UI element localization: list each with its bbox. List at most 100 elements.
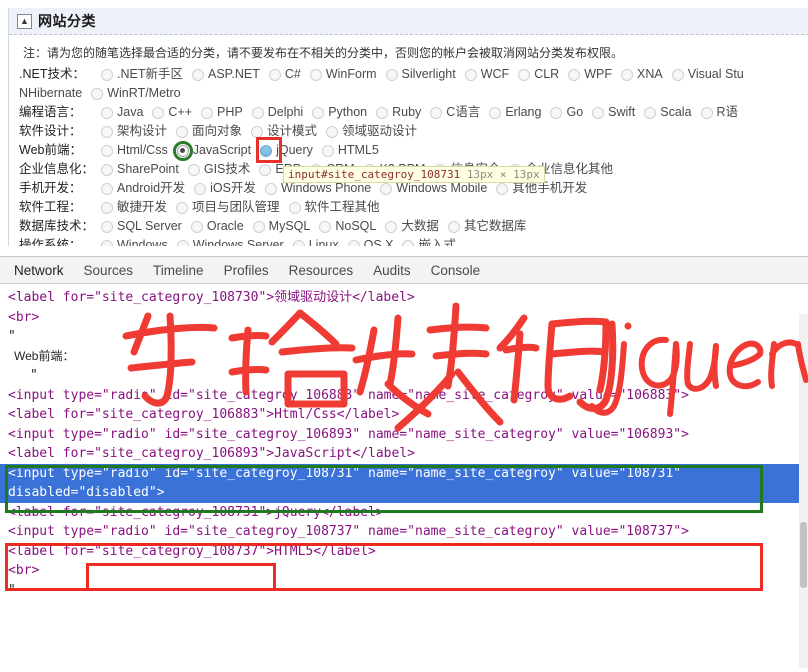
radio-icon[interactable] xyxy=(496,182,509,195)
radio-icon[interactable] xyxy=(288,201,301,214)
radio-icon[interactable] xyxy=(101,106,113,119)
radio-icon[interactable] xyxy=(176,125,189,138)
radio-icon[interactable] xyxy=(385,68,398,81)
tab-profiles[interactable]: Profiles xyxy=(214,260,279,281)
radio-option[interactable]: Swift xyxy=(592,103,635,122)
radio-option[interactable]: Oracle xyxy=(190,217,244,236)
devtools-scrollbar[interactable] xyxy=(799,314,808,668)
radio-option-html5[interactable]: HTML5 xyxy=(321,141,379,160)
radio-option[interactable]: Python xyxy=(312,103,367,122)
radio-option[interactable]: Delphi xyxy=(251,103,303,122)
radio-option[interactable]: SQL Server xyxy=(101,217,182,236)
radio-icon[interactable] xyxy=(385,220,398,233)
radio-icon[interactable] xyxy=(194,182,207,195)
radio-icon[interactable] xyxy=(264,182,277,195)
radio-icon[interactable] xyxy=(376,106,389,119)
radio-option-html-css[interactable]: Html/Css xyxy=(101,141,168,160)
radio-option[interactable]: Erlang xyxy=(489,103,541,122)
radio-icon[interactable] xyxy=(101,182,113,195)
radio-icon[interactable] xyxy=(550,106,563,119)
radio-icon[interactable] xyxy=(101,220,113,233)
radio-option[interactable]: CLR xyxy=(518,65,559,84)
code-line-label-108737[interactable]: <label for="site_categroy_108737">HTML5<… xyxy=(0,542,808,562)
radio-option[interactable]: 敏捷开发 xyxy=(101,198,167,217)
radio-icon[interactable] xyxy=(326,125,339,138)
radio-icon[interactable] xyxy=(430,106,443,119)
radio-option[interactable]: Go xyxy=(550,103,583,122)
code-line[interactable]: " xyxy=(0,327,808,347)
radio-icon[interactable] xyxy=(190,220,203,233)
radio-option[interactable]: NoSQL xyxy=(319,217,376,236)
radio-icon[interactable] xyxy=(268,68,281,81)
code-line-label-106883[interactable]: <label for="site_categroy_106883">Html/C… xyxy=(0,405,808,425)
radio-option[interactable]: Ruby xyxy=(376,103,421,122)
radio-option[interactable]: ASP.NET xyxy=(191,65,260,84)
radio-icon[interactable] xyxy=(518,68,531,81)
radio-icon[interactable] xyxy=(671,68,684,81)
radio-option[interactable]: 设计模式 xyxy=(251,122,317,141)
tab-sources[interactable]: Sources xyxy=(74,260,144,281)
radio-icon[interactable] xyxy=(191,68,204,81)
radio-option[interactable]: WinRT/Metro xyxy=(91,84,181,103)
radio-option[interactable]: Android开发 xyxy=(101,179,185,198)
radio-icon[interactable] xyxy=(489,106,502,119)
tab-network[interactable]: Network xyxy=(4,260,74,281)
tab-audits[interactable]: Audits xyxy=(363,260,421,281)
radio-icon[interactable] xyxy=(101,144,113,157)
radio-icon[interactable] xyxy=(187,163,200,176)
radio-icon[interactable] xyxy=(380,182,393,195)
radio-option[interactable]: C# xyxy=(268,65,301,84)
tab-timeline[interactable]: Timeline xyxy=(143,260,214,281)
code-line-input-106893[interactable]: <input type="radio" id="site_categroy_10… xyxy=(0,425,808,445)
code-line[interactable]: <br> xyxy=(0,561,808,581)
radio-option[interactable]: Java xyxy=(101,103,143,122)
radio-option[interactable]: iOS开发 xyxy=(194,179,256,198)
code-line-label-106893[interactable]: <label for="site_categroy_106893">JavaSc… xyxy=(0,444,808,464)
radio-icon[interactable] xyxy=(91,87,104,100)
radio-icon[interactable] xyxy=(101,125,113,138)
radio-icon[interactable] xyxy=(321,144,334,157)
radio-icon[interactable] xyxy=(251,125,264,138)
radio-icon[interactable] xyxy=(464,68,477,81)
code-line[interactable]: " xyxy=(0,581,808,601)
code-line-web-frontend-text[interactable]: Web前端： xyxy=(0,347,808,367)
radio-option[interactable]: WinForm xyxy=(309,65,377,84)
radio-icon-selected[interactable] xyxy=(172,140,193,161)
radio-icon[interactable] xyxy=(447,220,460,233)
radio-icon[interactable] xyxy=(312,106,325,119)
radio-option[interactable]: 领域驱动设计 xyxy=(326,122,417,141)
radio-option[interactable]: Silverlight xyxy=(385,65,456,84)
code-line-label-108731[interactable]: <label for="site_categroy_108731">jQuery… xyxy=(0,503,808,523)
tab-resources[interactable]: Resources xyxy=(279,260,364,281)
radio-option[interactable]: 项目与团队管理 xyxy=(176,198,280,217)
radio-option-jquery[interactable]: jQuery xyxy=(256,137,313,163)
radio-icon[interactable] xyxy=(621,68,633,81)
radio-option[interactable]: WCF xyxy=(464,65,509,84)
radio-icon[interactable] xyxy=(176,201,189,214)
radio-icon[interactable] xyxy=(568,68,581,81)
radio-option[interactable]: XNA xyxy=(621,65,663,84)
radio-option-javascript[interactable]: JavaScript xyxy=(172,140,251,161)
collapse-icon[interactable]: ▲ xyxy=(17,13,32,29)
code-line-input-106883[interactable]: <input type="radio" id="site_categroy_10… xyxy=(0,386,808,406)
radio-option[interactable]: GIS技术 xyxy=(187,160,250,179)
code-line[interactable]: " xyxy=(0,366,808,386)
devtools-elements-code[interactable]: <label for="site_categroy_108730">领域驱动设计… xyxy=(0,284,808,672)
tab-console[interactable]: Console xyxy=(421,260,491,281)
radio-option[interactable]: 软件工程其他 xyxy=(288,198,380,217)
radio-icon[interactable] xyxy=(101,163,113,176)
radio-icon-jquery-inspected[interactable] xyxy=(260,144,273,157)
radio-icon[interactable] xyxy=(644,106,657,119)
radio-option[interactable]: WPF xyxy=(568,65,612,84)
radio-icon[interactable] xyxy=(592,106,605,119)
radio-icon[interactable] xyxy=(319,220,332,233)
radio-icon[interactable] xyxy=(700,106,713,119)
radio-option[interactable]: 面向对象 xyxy=(176,122,242,141)
radio-option[interactable]: Scala xyxy=(644,103,692,122)
radio-option[interactable]: 大数据 xyxy=(385,217,439,236)
devtools-scrollbar-thumb[interactable] xyxy=(800,522,807,588)
radio-icon[interactable] xyxy=(259,163,272,176)
radio-icon[interactable] xyxy=(101,68,113,81)
radio-option[interactable]: 架构设计 xyxy=(101,122,167,141)
radio-option[interactable]: C语言 xyxy=(430,103,480,122)
